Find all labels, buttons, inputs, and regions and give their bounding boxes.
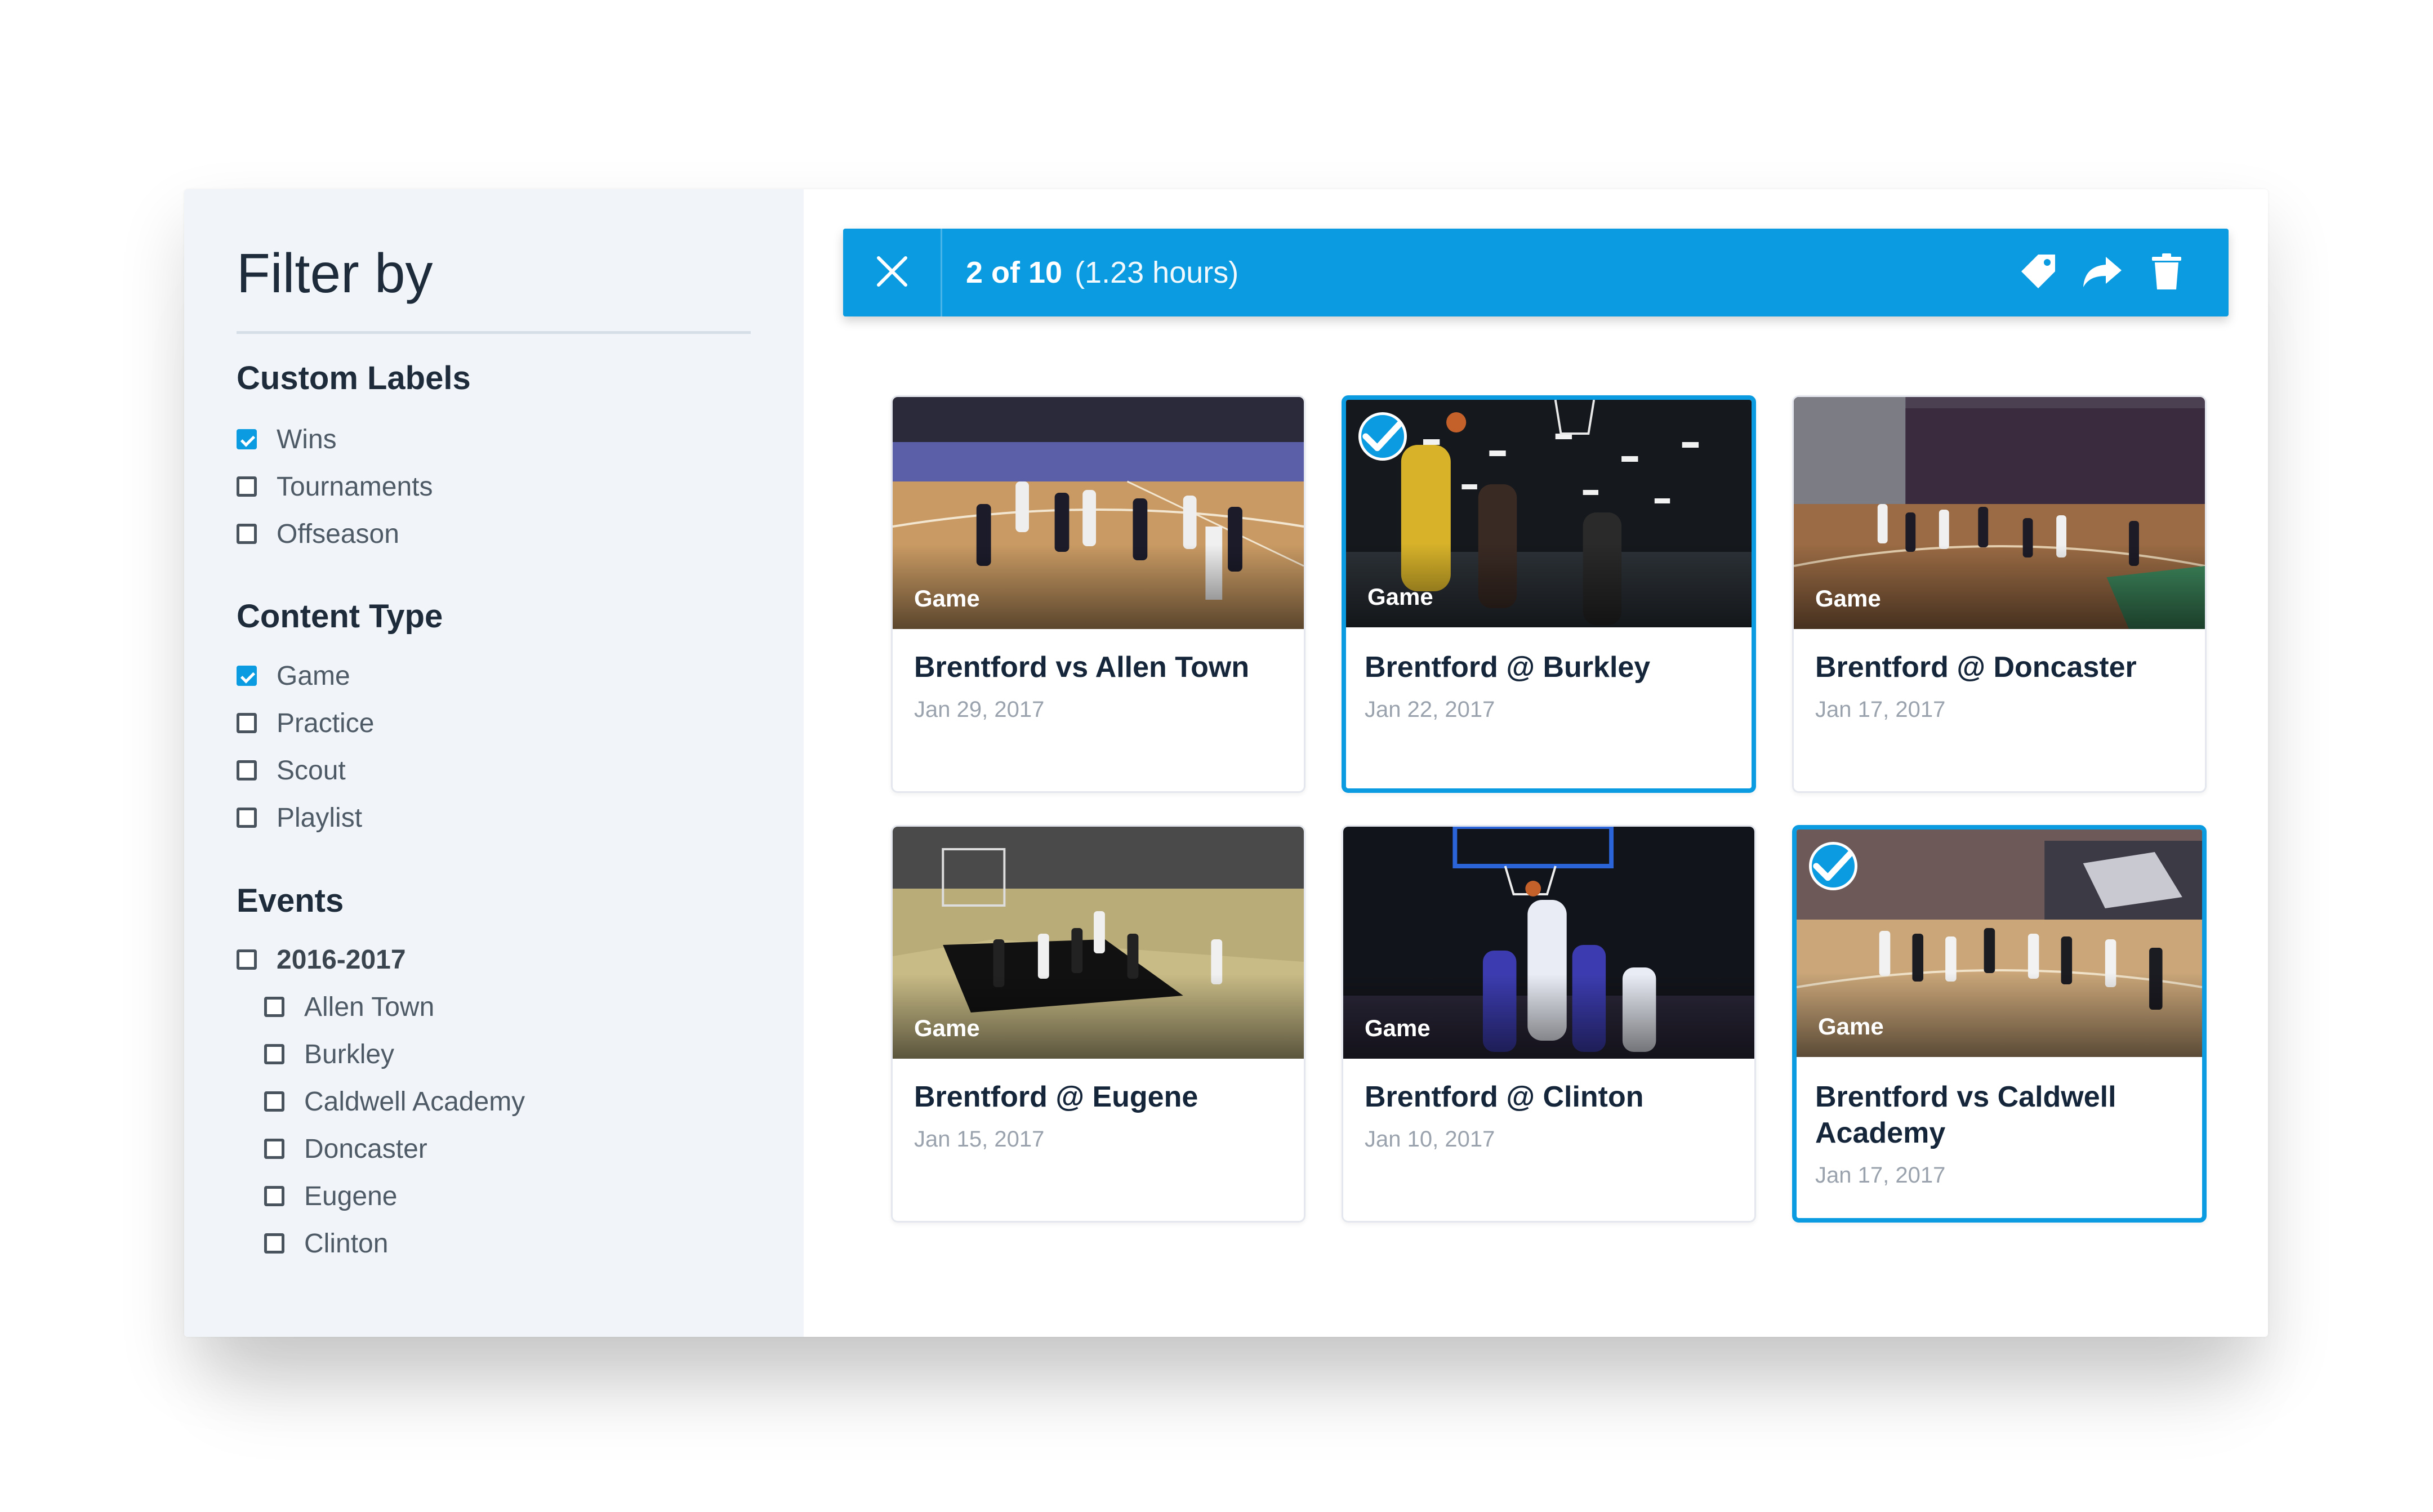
filter-option-doncaster[interactable]: Doncaster [264, 1125, 427, 1172]
filter-option-season[interactable]: 2016-2017 [237, 936, 406, 983]
filter-sidebar: Filter by Custom Labels Wins Tournaments… [184, 189, 804, 1337]
eugene-checkbox[interactable] [264, 1186, 284, 1206]
video-title: Brentford vs Allen Town [914, 651, 1250, 684]
filter-option-tournaments[interactable]: Tournaments [237, 463, 433, 510]
tournaments-checkbox[interactable] [237, 476, 257, 497]
close-icon [874, 253, 910, 292]
filter-option-label: Playlist [277, 802, 363, 833]
video-card-selected[interactable]: Game Brentford vs Caldwell Academy Jan 1… [1792, 825, 2207, 1223]
filter-option-label: Tournaments [277, 471, 433, 502]
wins-checkbox[interactable] [237, 429, 257, 449]
video-thumbnail: Game [1346, 400, 1752, 627]
trash-icon [2151, 252, 2182, 293]
video-title: Brentford @ Eugene [914, 1081, 1198, 1113]
custom-labels-heading: Custom Labels [237, 360, 471, 396]
selection-count: 2 of 10 [966, 256, 1063, 289]
filter-option-label: Eugene [304, 1181, 398, 1211]
content-type-heading: Content Type [237, 598, 443, 635]
content-type-badge: Game [914, 585, 980, 612]
burkley-checkbox[interactable] [264, 1044, 284, 1064]
filter-option-label: Game [277, 661, 350, 691]
filter-option-wins[interactable]: Wins [237, 416, 337, 463]
video-card[interactable]: Game Brentford @ Eugene Jan 15, 2017 [891, 825, 1305, 1223]
selected-check-icon[interactable] [1809, 842, 1857, 890]
filter-option-label: Scout [277, 755, 346, 786]
selected-check-icon[interactable] [1358, 412, 1407, 461]
video-date: Jan 10, 2017 [1365, 1127, 1495, 1152]
selection-duration: (1.23 hours) [1075, 256, 1239, 289]
filter-option-offseason[interactable]: Offseason [237, 510, 399, 557]
filter-option-label: Caldwell Academy [304, 1086, 525, 1117]
video-card[interactable]: Game Brentford @ Clinton Jan 10, 2017 [1342, 825, 1756, 1223]
video-date: Jan 22, 2017 [1365, 697, 1495, 722]
selection-actions [1997, 229, 2189, 316]
video-card-selected[interactable]: Game Brentford @ Burkley Jan 22, 2017 [1342, 395, 1756, 793]
playlist-checkbox[interactable] [237, 808, 257, 828]
selection-summary: 2 of 10 (1.23 hours) [966, 229, 1238, 316]
video-library: 2 of 10 (1.23 hours) Game Brentford vs A… [804, 189, 2268, 1337]
video-date: Jan 29, 2017 [914, 697, 1045, 722]
app-window: Filter by Custom Labels Wins Tournaments… [184, 189, 2268, 1337]
share-button[interactable] [2080, 250, 2125, 295]
video-date: Jan 15, 2017 [914, 1127, 1045, 1152]
filter-option-playlist[interactable]: Playlist [237, 794, 362, 841]
video-thumbnail: Game [1797, 829, 2202, 1057]
filter-option-label: Burkley [304, 1039, 395, 1069]
selection-action-bar: 2 of 10 (1.23 hours) [843, 229, 2229, 316]
content-type-badge: Game [1367, 583, 1433, 610]
filter-option-practice[interactable]: Practice [237, 699, 374, 747]
share-icon [2081, 253, 2124, 292]
video-card[interactable]: Game Brentford vs Allen Town Jan 29, 201… [891, 395, 1305, 793]
video-title: Brentford @ Burkley [1365, 651, 1651, 684]
doncaster-checkbox[interactable] [264, 1139, 284, 1159]
filter-divider [237, 331, 751, 334]
video-thumbnail: Game [893, 827, 1304, 1059]
video-date: Jan 17, 2017 [1815, 1163, 1946, 1188]
video-card[interactable]: Game Brentford @ Doncaster Jan 17, 2017 [1792, 395, 2207, 793]
video-title: Brentford @ Clinton [1365, 1081, 1644, 1113]
filter-option-label: Doncaster [304, 1134, 427, 1164]
tag-icon [2018, 251, 2058, 295]
filter-option-label: 2016-2017 [277, 944, 406, 975]
filter-option-label: Offseason [277, 519, 399, 549]
clinton-checkbox[interactable] [264, 1233, 284, 1254]
practice-checkbox[interactable] [237, 713, 257, 733]
filter-option-label: Practice [277, 708, 375, 738]
filter-option-label: Wins [277, 424, 337, 454]
filter-option-eugene[interactable]: Eugene [264, 1172, 398, 1220]
events-heading: Events [237, 882, 344, 919]
filter-option-caldwell-academy[interactable]: Caldwell Academy [264, 1078, 525, 1125]
content-type-badge: Game [914, 1015, 980, 1041]
delete-button[interactable] [2144, 250, 2189, 295]
filter-option-allen-town[interactable]: Allen Town [264, 983, 434, 1031]
content-type-badge: Game [1818, 1013, 1884, 1040]
filter-option-game[interactable]: Game [237, 652, 350, 699]
filter-option-label: Allen Town [304, 992, 435, 1022]
filter-option-label: Clinton [304, 1228, 389, 1259]
video-title: Brentford @ Doncaster [1815, 651, 2137, 684]
video-thumbnail: Game [1343, 827, 1754, 1059]
scout-checkbox[interactable] [237, 760, 257, 780]
content-type-badge: Game [1365, 1015, 1431, 1041]
video-thumbnail: Game [893, 397, 1304, 629]
tag-button[interactable] [2016, 250, 2061, 295]
season-checkbox[interactable] [237, 949, 257, 970]
clear-selection-button[interactable] [843, 229, 942, 316]
content-type-badge: Game [1815, 585, 1881, 612]
filter-option-scout[interactable]: Scout [237, 747, 346, 794]
video-title: Brentford vs Caldwell Academy [1815, 1081, 2116, 1149]
game-checkbox[interactable] [237, 666, 257, 686]
video-thumbnail: Game [1794, 397, 2205, 629]
caldwell-academy-checkbox[interactable] [264, 1091, 284, 1112]
filter-option-clinton[interactable]: Clinton [264, 1220, 388, 1267]
video-date: Jan 17, 2017 [1815, 697, 1946, 722]
allen-town-checkbox[interactable] [264, 997, 284, 1017]
filter-option-burkley[interactable]: Burkley [264, 1031, 394, 1078]
offseason-checkbox[interactable] [237, 524, 257, 544]
filter-title: Filter by [237, 242, 433, 304]
